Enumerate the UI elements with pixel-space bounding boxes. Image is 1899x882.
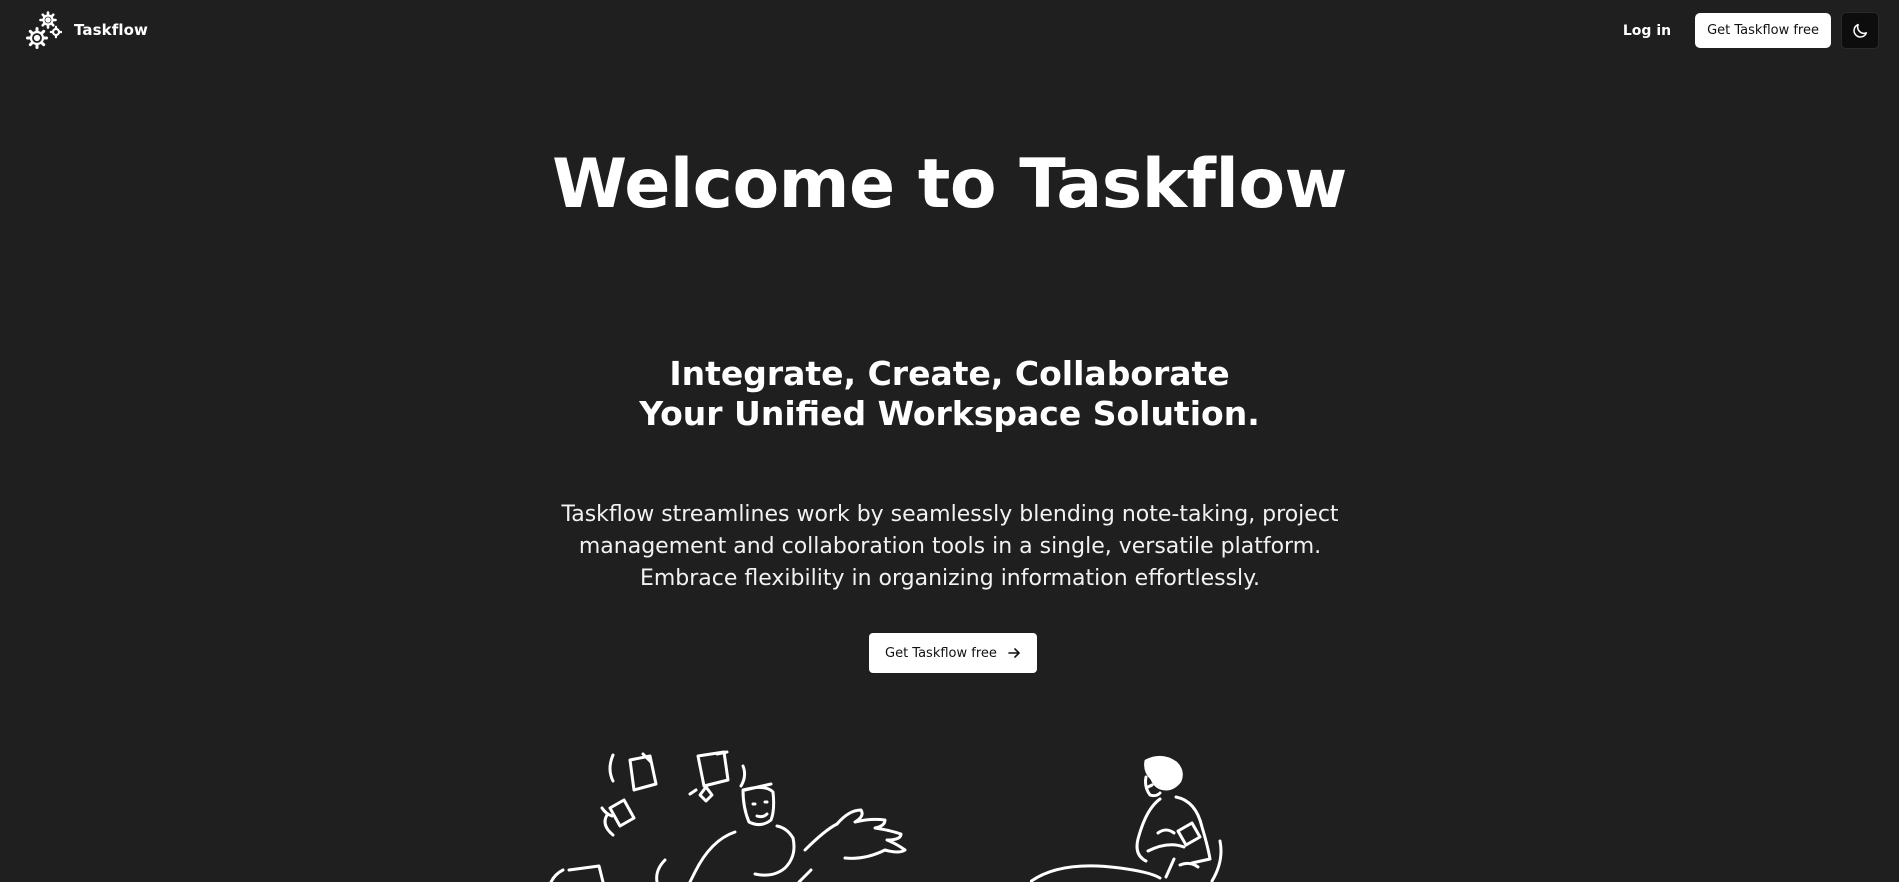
theme-toggle-button[interactable] [1841,12,1879,49]
landing-page: Taskflow Log in Get Taskflow free Welcom… [0,0,1899,882]
login-link[interactable]: Log in [1623,23,1671,39]
subtitle-line-2: Your Unified Workspace Solution. [639,394,1260,433]
illustration-person-papers [549,750,907,882]
arrow-right-icon [1008,648,1020,658]
brand-name: Taskflow [74,21,148,39]
cta-label: Get Taskflow free [885,645,997,661]
gears-logo-icon [26,11,62,49]
hero-subtitle: Integrate, Create, Collaborate Your Unif… [0,354,1899,434]
brand-link[interactable]: Taskflow [26,11,148,49]
subtitle-line-1: Integrate, Create, Collaborate [669,354,1230,393]
page-title: Welcome to Taskflow [552,145,1347,224]
header-get-taskflow-button[interactable]: Get Taskflow free [1695,13,1831,48]
header-nav: Log in Get Taskflow free [1623,12,1879,49]
get-taskflow-free-button[interactable]: Get Taskflow free [869,633,1037,673]
moon-icon [1853,23,1868,38]
site-header: Taskflow Log in Get Taskflow free [0,0,1899,60]
hero-description: Taskflow streamlines work by seamlessly … [561,502,1339,591]
illustration-seated-person [1030,756,1223,882]
